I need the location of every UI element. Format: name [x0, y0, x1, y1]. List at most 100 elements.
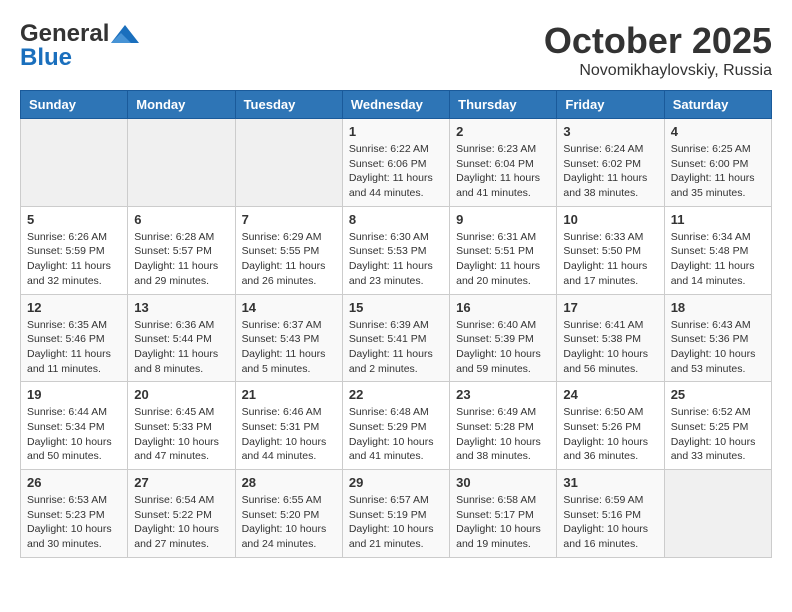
calendar-header-saturday: Saturday [664, 91, 771, 119]
calendar-header-friday: Friday [557, 91, 664, 119]
day-info: Sunrise: 6:49 AM Sunset: 5:28 PM Dayligh… [456, 405, 550, 464]
day-info: Sunrise: 6:46 AM Sunset: 5:31 PM Dayligh… [242, 405, 336, 464]
day-info: Sunrise: 6:30 AM Sunset: 5:53 PM Dayligh… [349, 230, 443, 289]
calendar-table: SundayMondayTuesdayWednesdayThursdayFrid… [20, 90, 772, 558]
day-info: Sunrise: 6:24 AM Sunset: 6:02 PM Dayligh… [563, 142, 657, 201]
day-info: Sunrise: 6:57 AM Sunset: 5:19 PM Dayligh… [349, 493, 443, 552]
day-number: 14 [242, 300, 336, 315]
logo-icon [111, 25, 139, 43]
day-number: 10 [563, 212, 657, 227]
calendar-cell: 10 Sunrise: 6:33 AM Sunset: 5:50 PM Dayli… [557, 206, 664, 294]
calendar-cell: 30 Sunrise: 6:58 AM Sunset: 5:17 PM Dayli… [450, 470, 557, 558]
day-info: Sunrise: 6:48 AM Sunset: 5:29 PM Dayligh… [349, 405, 443, 464]
day-info: Sunrise: 6:33 AM Sunset: 5:50 PM Dayligh… [563, 230, 657, 289]
day-info: Sunrise: 6:58 AM Sunset: 5:17 PM Dayligh… [456, 493, 550, 552]
day-info: Sunrise: 6:23 AM Sunset: 6:04 PM Dayligh… [456, 142, 550, 201]
calendar-cell: 27Sunrise: 6:54 AM Sunset: 5:22 PM Dayli… [128, 470, 235, 558]
calendar-cell: 4Sunrise: 6:25 AM Sunset: 6:00 PM Daylig… [664, 119, 771, 207]
day-number: 9 [456, 212, 550, 227]
calendar-cell: 23 Sunrise: 6:49 AM Sunset: 5:28 PM Dayli… [450, 382, 557, 470]
day-number: 2 [456, 124, 550, 139]
day-number: 18 [671, 300, 765, 315]
day-number: 17 [563, 300, 657, 315]
month-title: October 2025 [544, 20, 772, 62]
day-number: 6 [134, 212, 228, 227]
calendar-cell: 15 Sunrise: 6:39 AM Sunset: 5:41 PM Dayli… [342, 294, 449, 382]
day-info: Sunrise: 6:22 AM Sunset: 6:06 PM Dayligh… [349, 142, 443, 201]
day-number: 11 [671, 212, 765, 227]
calendar-header-row: SundayMondayTuesdayWednesdayThursdayFrid… [21, 91, 772, 119]
calendar-cell: 29 Sunrise: 6:57 AM Sunset: 5:19 PM Dayli… [342, 470, 449, 558]
location: Novomikhaylovskiy, Russia [544, 62, 772, 80]
day-number: 3 [563, 124, 657, 139]
calendar-cell: 26 Sunrise: 6:53 AM Sunset: 5:23 PM Dayli… [21, 470, 128, 558]
calendar-week-5: 26 Sunrise: 6:53 AM Sunset: 5:23 PM Dayli… [21, 470, 772, 558]
calendar-header-monday: Monday [128, 91, 235, 119]
day-number: 7 [242, 212, 336, 227]
day-number: 12 [27, 300, 121, 315]
calendar-cell: 20 Sunrise: 6:45 AM Sunset: 5:33 PM Dayli… [128, 382, 235, 470]
day-info: Sunrise: 6:39 AM Sunset: 5:41 PM Dayligh… [349, 318, 443, 377]
day-info: Sunrise: 6:28 AM Sunset: 5:57 PM Dayligh… [134, 230, 228, 289]
day-info: Sunrise: 6:41 AM Sunset: 5:38 PM Dayligh… [563, 318, 657, 377]
calendar-cell [235, 119, 342, 207]
calendar-cell: 14 Sunrise: 6:37 AM Sunset: 5:43 PM Dayli… [235, 294, 342, 382]
calendar-cell: 13 Sunrise: 6:36 AM Sunset: 5:44 PM Dayli… [128, 294, 235, 382]
calendar-header-sunday: Sunday [21, 91, 128, 119]
day-number: 16 [456, 300, 550, 315]
calendar-cell: 1Sunrise: 6:22 AM Sunset: 6:06 PM Daylig… [342, 119, 449, 207]
calendar-cell: 28 Sunrise: 6:55 AM Sunset: 5:20 PM Dayli… [235, 470, 342, 558]
calendar-week-4: 19Sunrise: 6:44 AM Sunset: 5:34 PM Dayli… [21, 382, 772, 470]
day-number: 25 [671, 387, 765, 402]
day-info: Sunrise: 6:44 AM Sunset: 5:34 PM Dayligh… [27, 405, 121, 464]
calendar-week-3: 12 Sunrise: 6:35 AM Sunset: 5:46 PM Dayli… [21, 294, 772, 382]
day-number: 24 [563, 387, 657, 402]
day-number: 8 [349, 212, 443, 227]
day-number: 29 [349, 475, 443, 490]
calendar-cell: 21 Sunrise: 6:46 AM Sunset: 5:31 PM Dayli… [235, 382, 342, 470]
calendar-cell: 18 Sunrise: 6:43 AM Sunset: 5:36 PM Dayli… [664, 294, 771, 382]
calendar-cell: 6 Sunrise: 6:28 AM Sunset: 5:57 PM Daylig… [128, 206, 235, 294]
day-info: Sunrise: 6:26 AM Sunset: 5:59 PM Dayligh… [27, 230, 121, 289]
day-info: Sunrise: 6:53 AM Sunset: 5:23 PM Dayligh… [27, 493, 121, 552]
logo-blue: Blue [20, 44, 72, 72]
day-info: Sunrise: 6:50 AM Sunset: 5:26 PM Dayligh… [563, 405, 657, 464]
calendar-cell: 22 Sunrise: 6:48 AM Sunset: 5:29 PM Dayli… [342, 382, 449, 470]
day-number: 15 [349, 300, 443, 315]
calendar-header-thursday: Thursday [450, 91, 557, 119]
calendar-cell [128, 119, 235, 207]
day-info: Sunrise: 6:34 AM Sunset: 5:48 PM Dayligh… [671, 230, 765, 289]
calendar-cell: 24 Sunrise: 6:50 AM Sunset: 5:26 PM Dayli… [557, 382, 664, 470]
day-number: 20 [134, 387, 228, 402]
logo: General Blue [20, 20, 139, 72]
day-info: Sunrise: 6:37 AM Sunset: 5:43 PM Dayligh… [242, 318, 336, 377]
day-info: Sunrise: 6:43 AM Sunset: 5:36 PM Dayligh… [671, 318, 765, 377]
day-number: 22 [349, 387, 443, 402]
calendar-cell: 2 Sunrise: 6:23 AM Sunset: 6:04 PM Daylig… [450, 119, 557, 207]
calendar-header-tuesday: Tuesday [235, 91, 342, 119]
day-number: 27 [134, 475, 228, 490]
day-number: 31 [563, 475, 657, 490]
calendar-cell [664, 470, 771, 558]
calendar-cell: 16 Sunrise: 6:40 AM Sunset: 5:39 PM Dayli… [450, 294, 557, 382]
day-number: 21 [242, 387, 336, 402]
calendar-cell: 3 Sunrise: 6:24 AM Sunset: 6:02 PM Daylig… [557, 119, 664, 207]
day-number: 13 [134, 300, 228, 315]
day-number: 5 [27, 212, 121, 227]
day-number: 28 [242, 475, 336, 490]
calendar-cell: 19Sunrise: 6:44 AM Sunset: 5:34 PM Dayli… [21, 382, 128, 470]
day-number: 26 [27, 475, 121, 490]
day-info: Sunrise: 6:36 AM Sunset: 5:44 PM Dayligh… [134, 318, 228, 377]
day-info: Sunrise: 6:35 AM Sunset: 5:46 PM Dayligh… [27, 318, 121, 377]
day-info: Sunrise: 6:40 AM Sunset: 5:39 PM Dayligh… [456, 318, 550, 377]
calendar-cell: 8 Sunrise: 6:30 AM Sunset: 5:53 PM Daylig… [342, 206, 449, 294]
calendar-cell: 9Sunrise: 6:31 AM Sunset: 5:51 PM Daylig… [450, 206, 557, 294]
day-number: 23 [456, 387, 550, 402]
calendar-cell: 12 Sunrise: 6:35 AM Sunset: 5:46 PM Dayli… [21, 294, 128, 382]
day-info: Sunrise: 6:45 AM Sunset: 5:33 PM Dayligh… [134, 405, 228, 464]
calendar-cell: 31 Sunrise: 6:59 AM Sunset: 5:16 PM Dayli… [557, 470, 664, 558]
day-info: Sunrise: 6:55 AM Sunset: 5:20 PM Dayligh… [242, 493, 336, 552]
day-info: Sunrise: 6:59 AM Sunset: 5:16 PM Dayligh… [563, 493, 657, 552]
day-number: 30 [456, 475, 550, 490]
day-number: 4 [671, 124, 765, 139]
